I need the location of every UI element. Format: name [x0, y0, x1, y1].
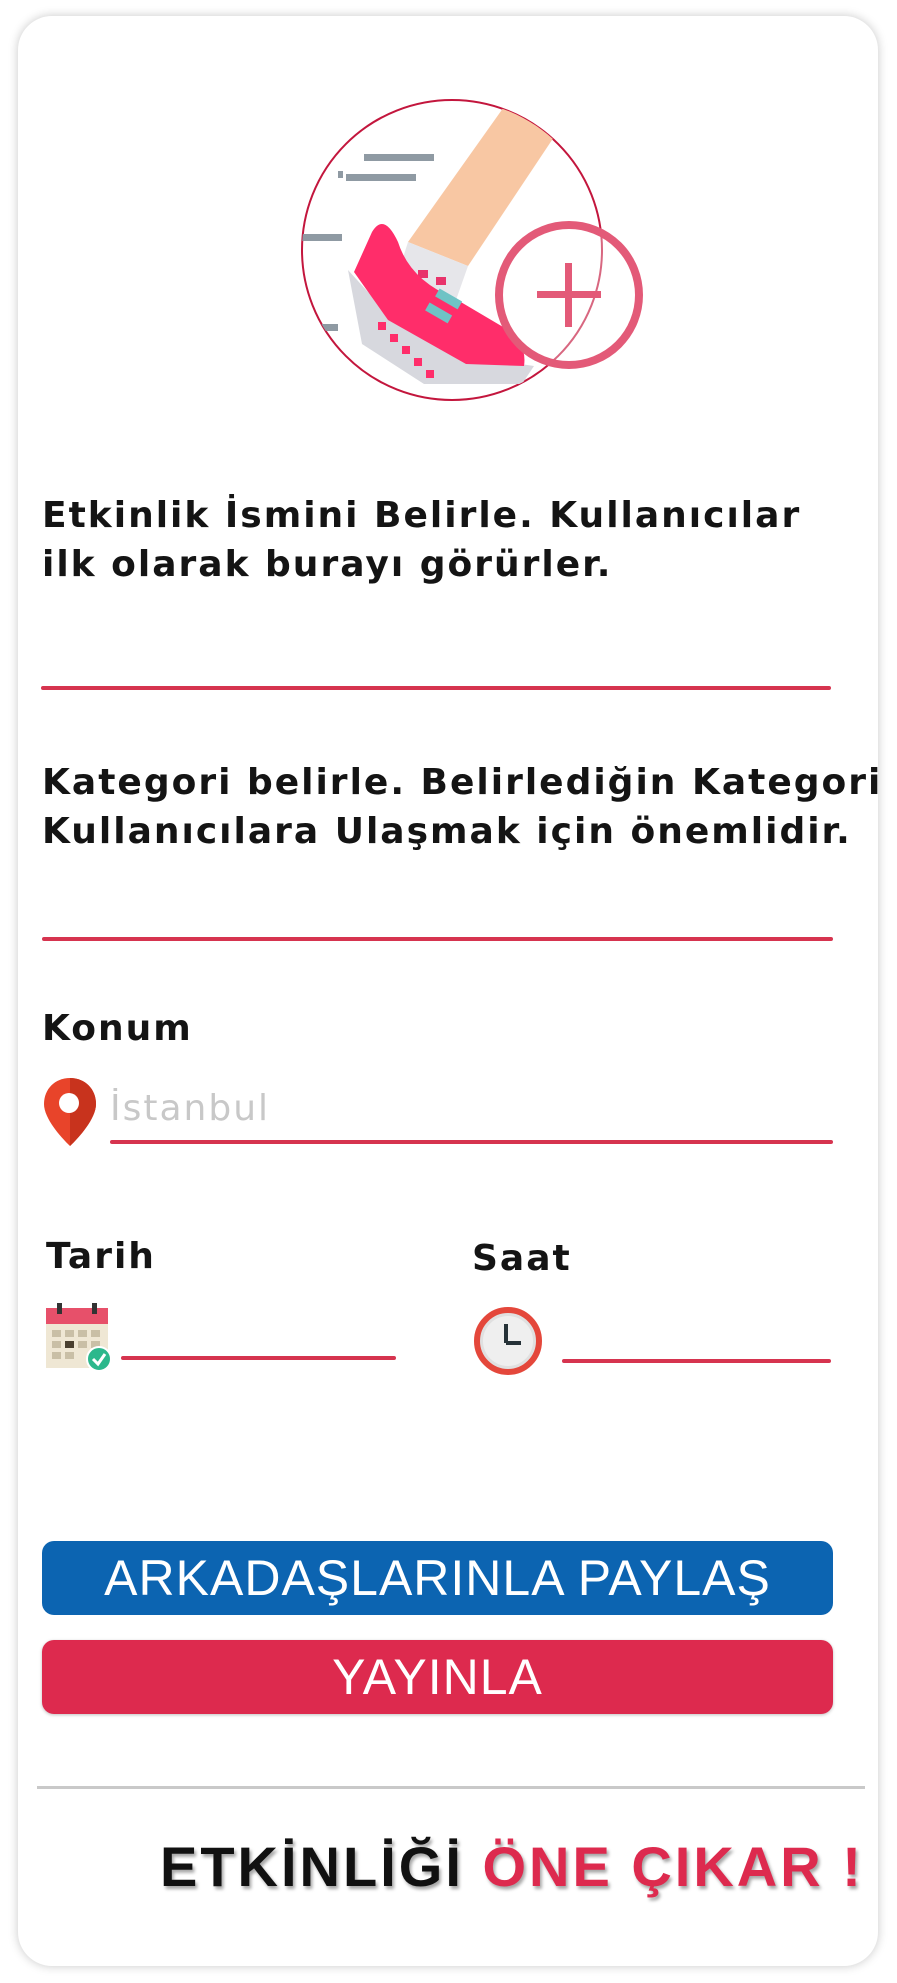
clock-icon[interactable] — [473, 1306, 543, 1376]
date-underline — [121, 1356, 396, 1360]
location-label: Konum — [42, 1008, 193, 1049]
time-label: Saat — [472, 1238, 572, 1279]
category-input[interactable] — [44, 884, 824, 934]
location-input[interactable] — [110, 1080, 830, 1136]
add-event-shoe-icon[interactable] — [298, 94, 648, 414]
time-input[interactable] — [563, 1302, 829, 1352]
promote-text-part1: ETKİNLİĞİ — [160, 1835, 464, 1898]
publish-button[interactable]: YAYINLA — [42, 1640, 833, 1714]
time-underline — [562, 1359, 831, 1363]
category-underline — [42, 937, 833, 941]
calendar-icon[interactable] — [44, 1302, 114, 1372]
location-underline — [110, 1140, 833, 1144]
event-name-input[interactable] — [44, 634, 824, 684]
promote-event-link[interactable]: ETKİNLİĞİ ÖNE ÇIKAR ! — [160, 1834, 861, 1904]
promote-text-part2: ÖNE ÇIKAR ! — [482, 1835, 864, 1898]
date-label: Tarih — [46, 1236, 156, 1277]
location-pin-icon — [42, 1076, 98, 1148]
event-name-underline — [41, 686, 831, 690]
divider — [37, 1786, 865, 1789]
share-with-friends-button[interactable]: ARKADAŞLARINLA PAYLAŞ — [42, 1541, 833, 1615]
category-label: Kategori belirle. Belirlediğin Kategori … — [42, 762, 883, 852]
date-input[interactable] — [122, 1300, 394, 1350]
event-name-label: Etkinlik İsmini Belirle. Kullanıcılar il… — [42, 495, 802, 585]
